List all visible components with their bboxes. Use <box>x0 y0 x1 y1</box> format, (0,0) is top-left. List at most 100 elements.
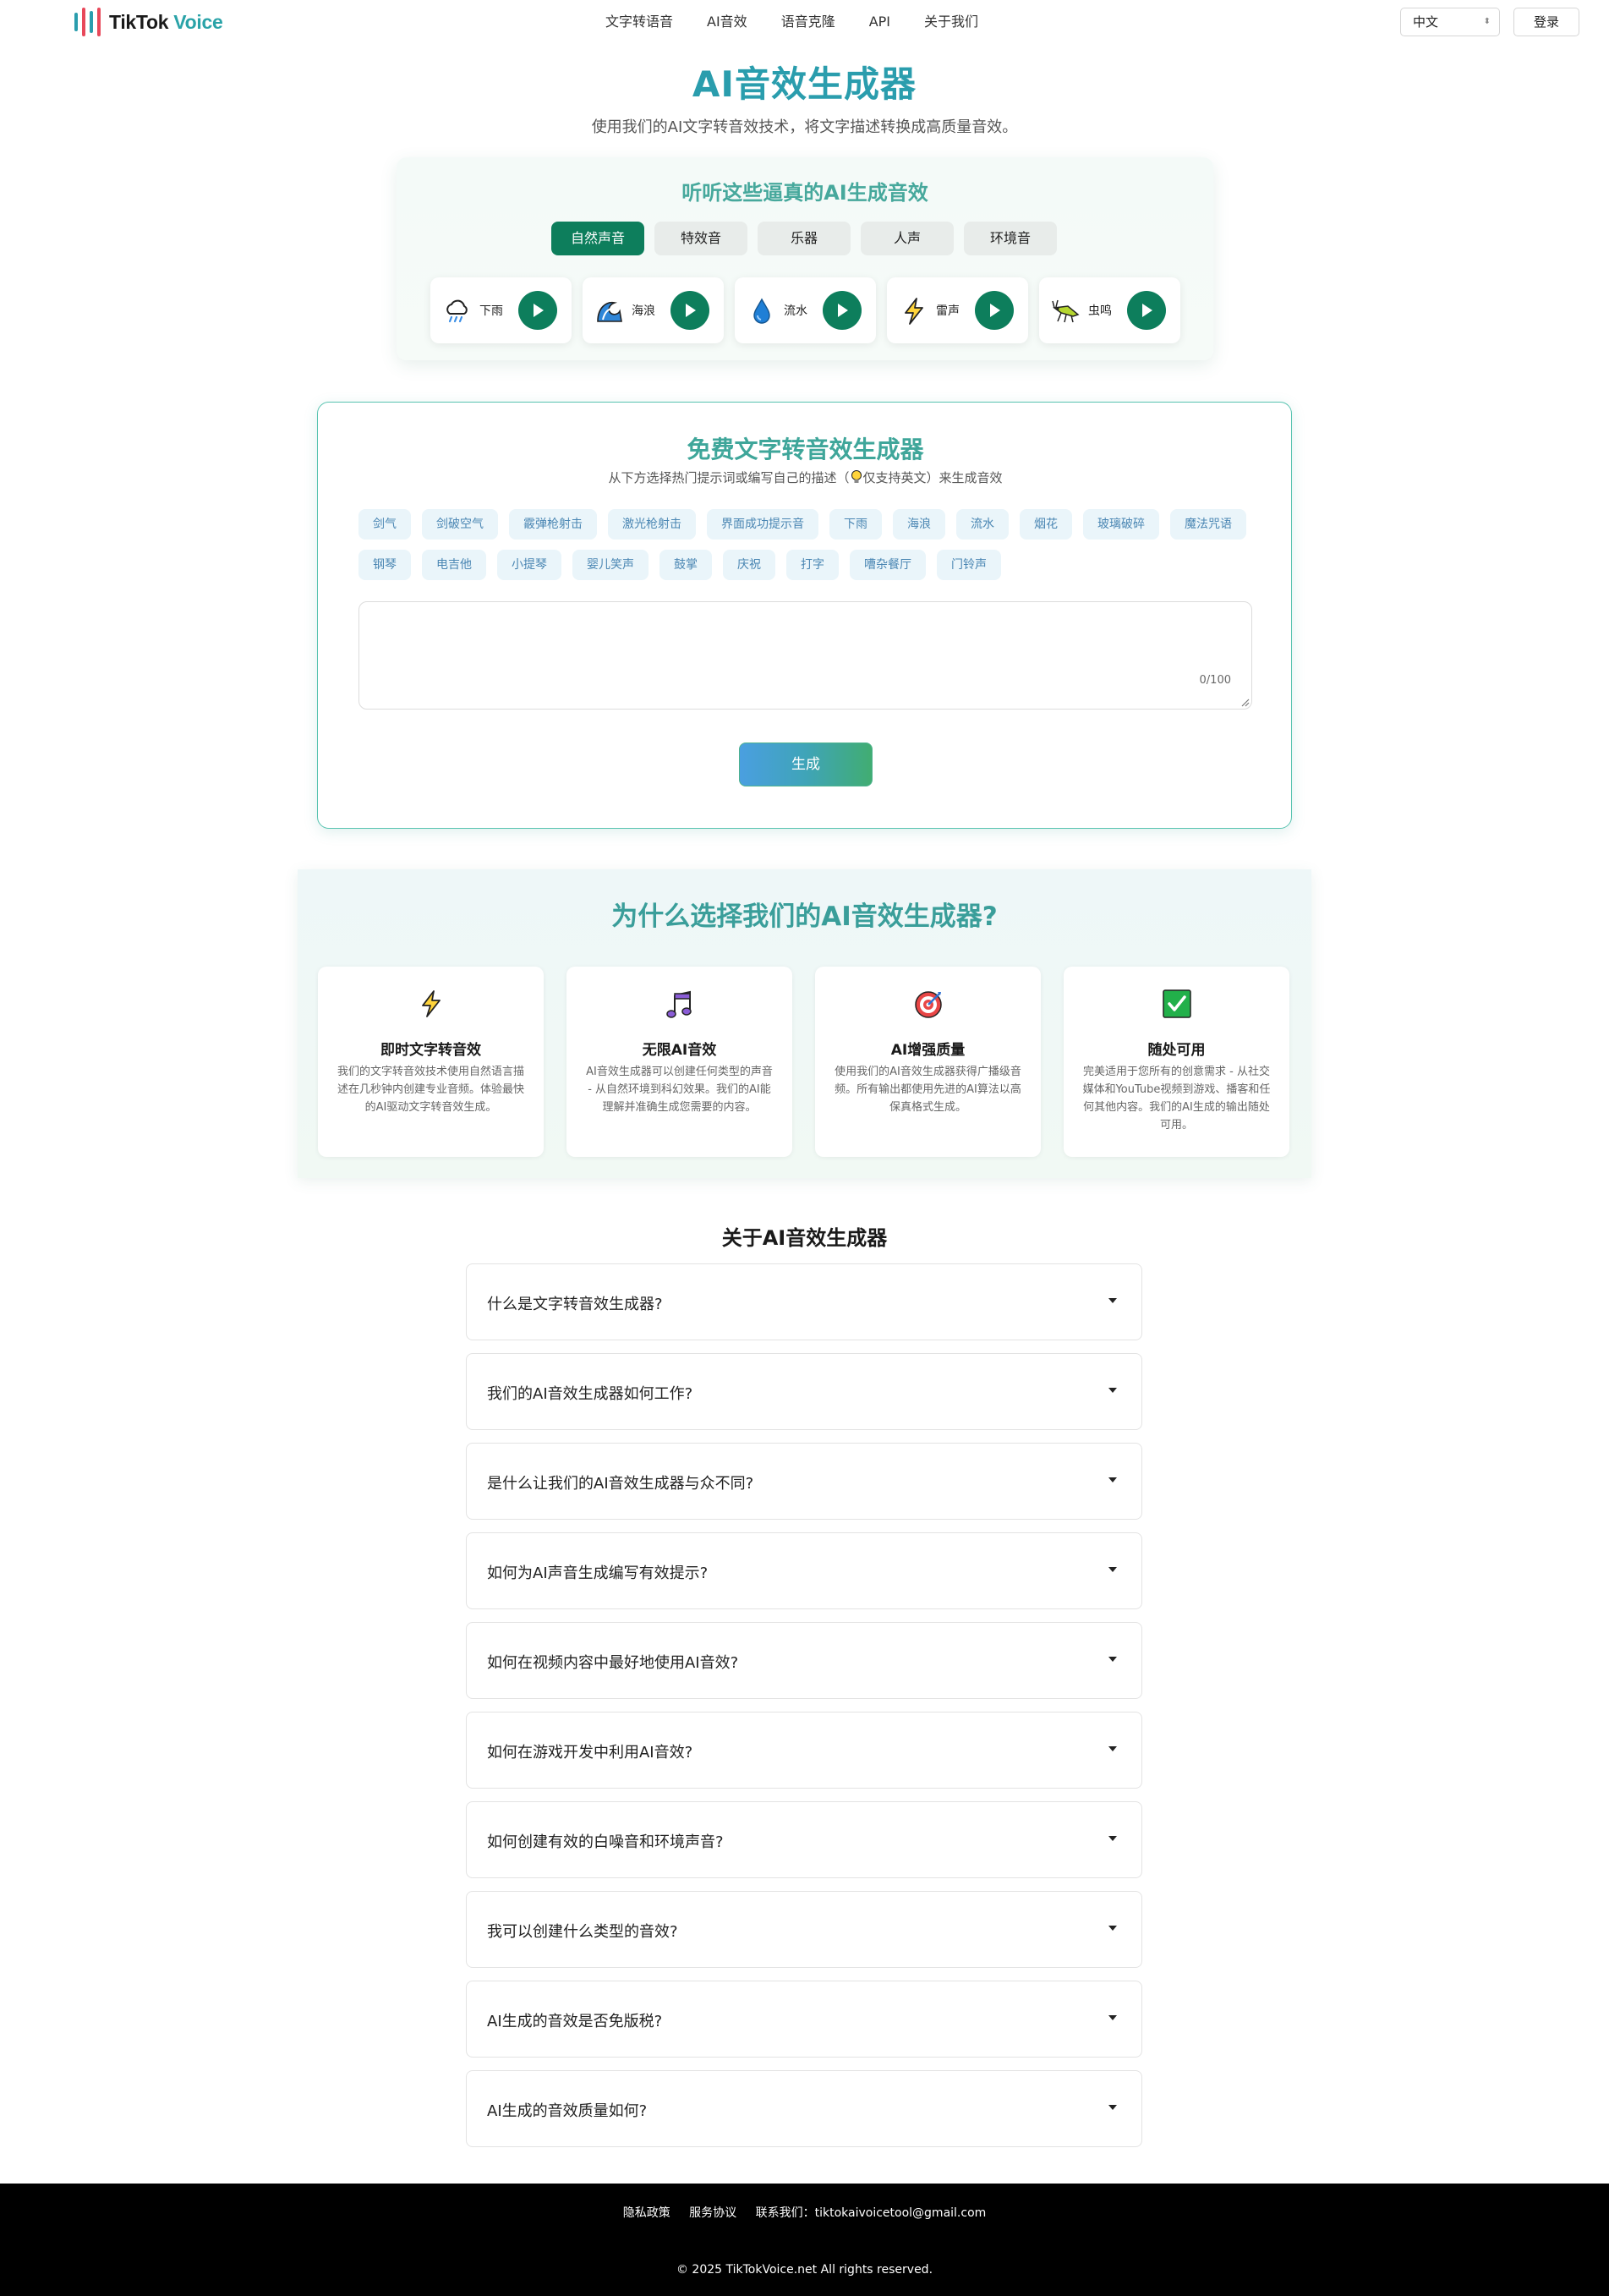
prompt-chip[interactable]: 嘈杂餐厅 <box>850 550 926 580</box>
play-button[interactable] <box>823 291 862 330</box>
terms-link[interactable]: 服务协议 <box>689 2206 736 2220</box>
site-logo[interactable]: TikTok Voice <box>74 7 223 37</box>
play-icon <box>1142 304 1152 317</box>
faq-item[interactable]: 是什么让我们的AI音效生成器与众不同? <box>466 1443 1142 1520</box>
nav-ai-sound-effects[interactable]: AI音效 <box>690 10 764 34</box>
caret-down-icon <box>1108 1567 1117 1572</box>
play-button[interactable] <box>518 291 557 330</box>
prompt-chip[interactable]: 玻璃破碎 <box>1083 509 1159 540</box>
select-updown-icon: ⬍ <box>1483 17 1491 26</box>
nav-about[interactable]: 关于我们 <box>907 10 995 34</box>
category-tabs: 自然声音 特效音 乐器 人声 环境音 <box>551 222 1057 255</box>
sound-card-water: 流水 <box>735 277 876 343</box>
footer: 隐私政策 服务协议 联系我们：tiktokaivoicetool@gmail.c… <box>0 2184 1609 2296</box>
sound-card-waves: 海浪 <box>583 277 724 343</box>
prompt-chip[interactable]: 打字 <box>786 550 839 580</box>
footer-links: 隐私政策 服务协议 联系我们：tiktokaivoicetool@gmail.c… <box>0 2204 1609 2221</box>
faq-item[interactable]: 什么是文字转音效生成器? <box>466 1263 1142 1340</box>
play-button[interactable] <box>975 291 1014 330</box>
lightning-icon <box>422 990 441 1017</box>
faq-question: 是什么让我们的AI音效生成器与众不同? <box>487 1475 754 1493</box>
tab-ambient[interactable]: 环境音 <box>964 222 1057 255</box>
privacy-link[interactable]: 隐私政策 <box>623 2206 670 2220</box>
faq-item[interactable]: AI生成的音效质量如何? <box>466 2070 1142 2147</box>
caret-down-icon <box>1108 1836 1117 1841</box>
feature-title: 随处可用 <box>1147 1042 1206 1059</box>
water-drop-icon <box>753 298 770 324</box>
prompt-chip[interactable]: 魔法咒语 <box>1170 509 1246 540</box>
prompt-chip[interactable]: 剑气 <box>358 509 411 540</box>
faq-item[interactable]: 如何为AI声音生成编写有效提示? <box>466 1532 1142 1609</box>
faq-question: 如何创建有效的白噪音和环境声音? <box>487 1833 724 1851</box>
prompt-chip[interactable]: 海浪 <box>893 509 945 540</box>
char-counter: 0/100 <box>1199 674 1231 687</box>
sound-card-thunder: 雷声 <box>887 277 1028 343</box>
faq-title: 关于AI音效生成器 <box>721 1226 888 1250</box>
feature-card: AI增强质量 使用我们的AI音效生成器获得广播级音频。所有输出都使用先进的AI算… <box>815 967 1041 1157</box>
faq-question: AI生成的音效质量如何? <box>487 2102 648 2120</box>
feature-title: 即时文字转音效 <box>380 1042 481 1059</box>
prompt-chip[interactable]: 庆祝 <box>723 550 775 580</box>
nav-voice-clone[interactable]: 语音克隆 <box>764 10 852 34</box>
page-subtitle: 使用我们的AI文字转音效技术，将文字描述转换成高质量音效。 <box>591 118 1018 136</box>
contact-link[interactable]: 联系我们：tiktokaivoicetool@gmail.com <box>756 2206 987 2220</box>
feature-cards: 即时文字转音效 我们的文字转音效技术使用自然语言描述在几秒钟内创建专业音频。体验… <box>318 967 1289 1157</box>
prompt-chip[interactable]: 下雨 <box>829 509 882 540</box>
sound-label: 流水 <box>784 304 807 318</box>
page-title: AI音效生成器 <box>692 63 917 105</box>
why-choose-section: 为什么选择我们的AI音效生成器? 即时文字转音效 我们的文字转音效技术使用自然语… <box>298 869 1311 1178</box>
play-button[interactable] <box>1127 291 1166 330</box>
prompt-chip[interactable]: 鼓掌 <box>659 550 712 580</box>
caret-down-icon <box>1108 1926 1117 1931</box>
prompt-textarea[interactable]: 0/100 <box>358 601 1252 710</box>
faq-item[interactable]: 如何创建有效的白噪音和环境声音? <box>466 1801 1142 1878</box>
faq-question: AI生成的音效是否免版税? <box>487 2013 663 2030</box>
feature-description: 我们的文字转音效技术使用自然语言描述在几秒钟内创建专业音频。体验最快的AI驱动文… <box>337 1066 524 1114</box>
faq-item[interactable]: AI生成的音效是否免版税? <box>466 1981 1142 2058</box>
caret-down-icon <box>1108 2105 1117 2110</box>
feature-description: 完美适用于您所有的创意需求 - 从社交媒体和YouTube视频到游戏、播客和任何… <box>1082 1066 1271 1132</box>
faq-question: 什么是文字转音效生成器? <box>487 1296 663 1313</box>
faq-item[interactable]: 如何在游戏开发中利用AI音效? <box>466 1712 1142 1789</box>
resize-handle-icon[interactable] <box>1238 695 1250 707</box>
prompt-chip[interactable]: 钢琴 <box>358 550 411 580</box>
nav-text-to-speech[interactable]: 文字转语音 <box>588 10 690 34</box>
faq-item[interactable]: 我可以创建什么类型的音效? <box>466 1891 1142 1968</box>
tab-nature[interactable]: 自然声音 <box>551 222 644 255</box>
prompt-chip[interactable]: 剑破空气 <box>422 509 498 540</box>
feature-description: 使用我们的AI音效生成器获得广播级音频。所有输出都使用先进的AI算法以高保真格式… <box>835 1066 1021 1114</box>
language-select[interactable]: 中文 ⬍ <box>1400 8 1500 36</box>
sound-generator-panel: 免费文字转音效生成器 从下方选择热门提示词或编写自己的描述（ 仅支持英文）来生成音… <box>317 402 1292 829</box>
play-button[interactable] <box>670 291 709 330</box>
tab-instruments[interactable]: 乐器 <box>758 222 851 255</box>
faq-question: 如何在游戏开发中利用AI音效? <box>487 1744 693 1762</box>
header: TikTok Voice 文字转语音 AI音效 语音克隆 API 关于我们 中文… <box>0 0 1609 44</box>
target-icon <box>915 991 942 1018</box>
rain-cloud-icon <box>446 299 468 323</box>
nav-api[interactable]: API <box>852 10 907 34</box>
prompt-chip[interactable]: 激光枪射击 <box>608 509 696 540</box>
wave-icon <box>597 301 622 322</box>
prompt-chip[interactable]: 电吉他 <box>422 550 486 580</box>
prompt-chip[interactable]: 小提琴 <box>497 550 561 580</box>
prompt-chip[interactable]: 流水 <box>956 509 1009 540</box>
faq-item[interactable]: 如何在视频内容中最好地使用AI音效? <box>466 1622 1142 1699</box>
caret-down-icon <box>1108 1746 1117 1751</box>
cricket-icon <box>1052 299 1080 323</box>
prompt-chip[interactable]: 门铃声 <box>937 550 1001 580</box>
sound-card-rain: 下雨 <box>430 277 572 343</box>
caret-down-icon <box>1108 1298 1117 1303</box>
login-button[interactable]: 登录 <box>1513 8 1579 36</box>
tab-special-effects[interactable]: 特效音 <box>654 222 747 255</box>
generator-subtitle: 从下方选择热门提示词或编写自己的描述（ 仅支持英文）来生成音效 <box>608 470 1003 485</box>
checkmark-icon <box>1163 989 1191 1018</box>
tab-human-voice[interactable]: 人声 <box>861 222 954 255</box>
prompt-chip[interactable]: 婴儿笑声 <box>572 550 649 580</box>
prompt-chip[interactable]: 霰弹枪射击 <box>509 509 597 540</box>
sound-label: 海浪 <box>632 304 655 318</box>
faq-item[interactable]: 我们的AI音效生成器如何工作? <box>466 1353 1142 1430</box>
prompt-chip[interactable]: 烟花 <box>1020 509 1072 540</box>
generate-button[interactable]: 生成 <box>739 743 873 786</box>
sound-label: 虫鸣 <box>1088 304 1112 318</box>
prompt-chip[interactable]: 界面成功提示音 <box>707 509 818 540</box>
